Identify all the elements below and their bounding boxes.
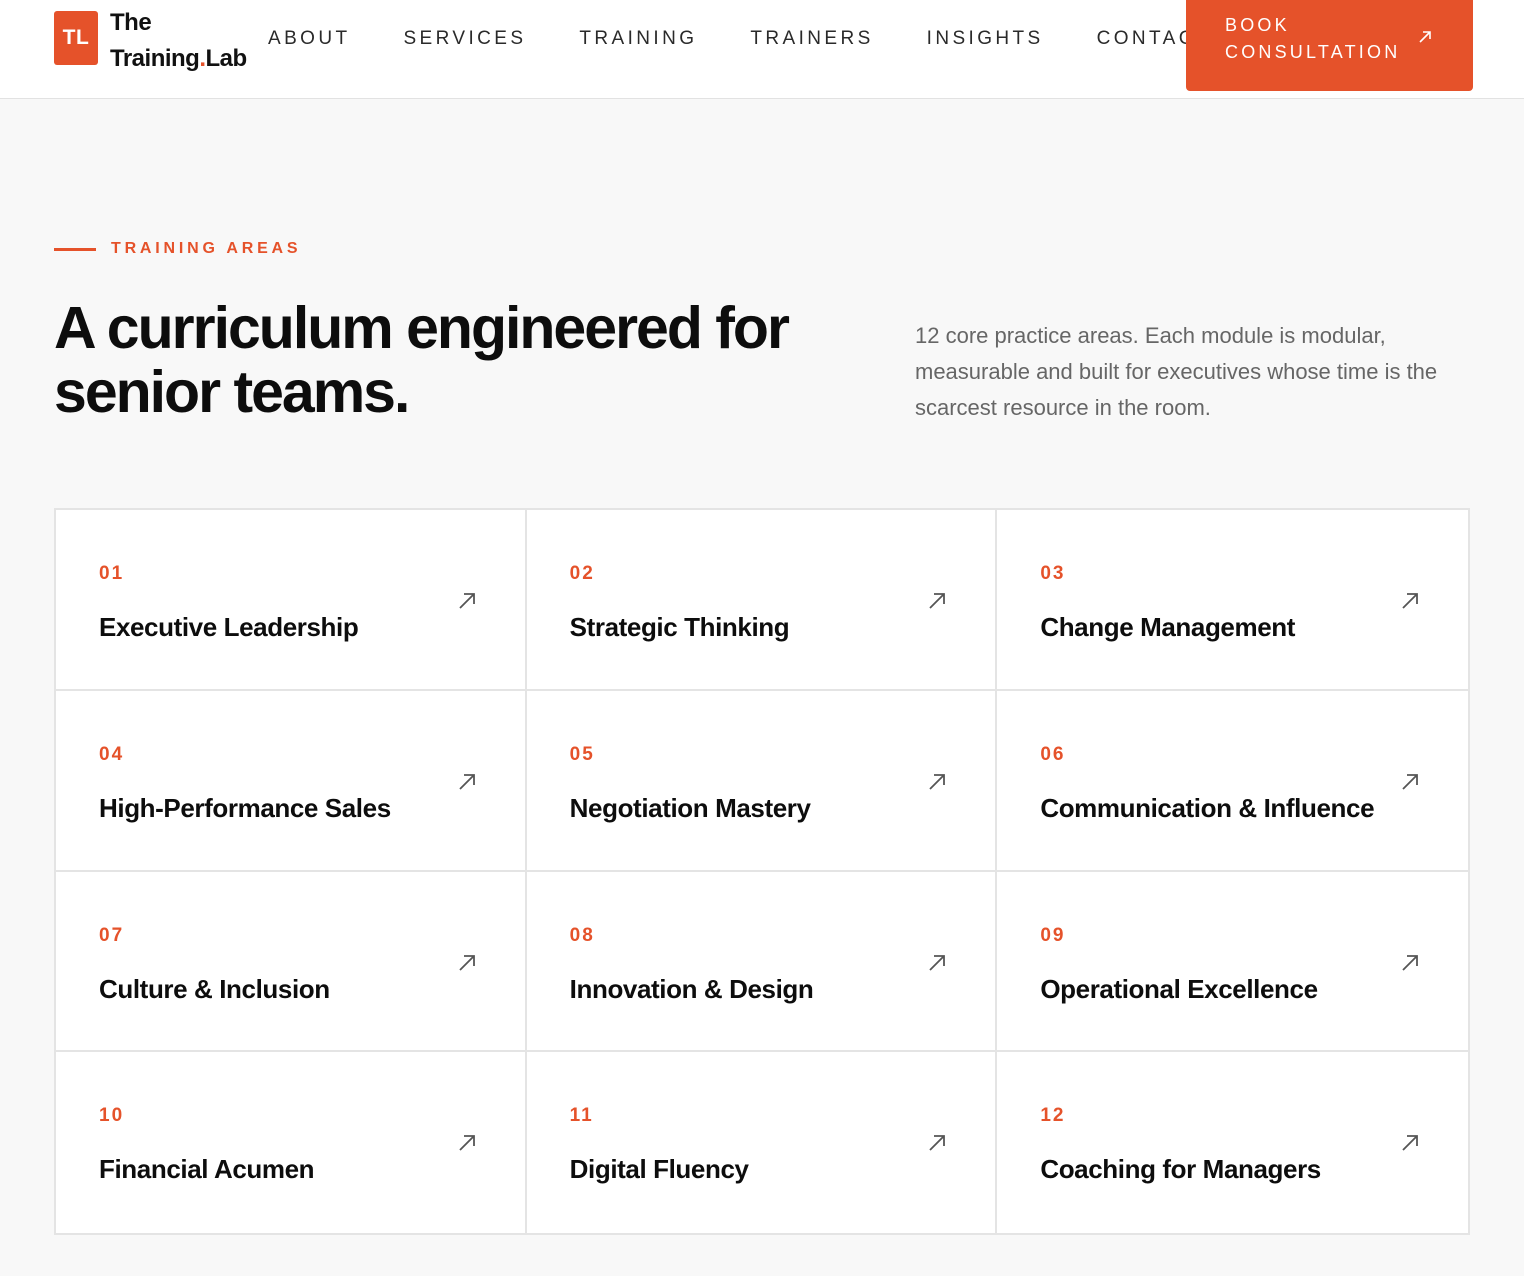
logo-line-2: Training.Lab	[110, 45, 247, 72]
card-title: Digital Fluency	[569, 1154, 749, 1185]
card-number: 08	[569, 924, 595, 946]
arrow-up-right-icon	[929, 773, 946, 790]
training-area-card[interactable]: 06 Communication & Influence	[997, 690, 1468, 872]
book-consultation-button[interactable]: BOOK CONSULTATION	[1186, 0, 1473, 91]
nav-item-about[interactable]: ABOUT	[268, 28, 350, 50]
card-number: 03	[1040, 563, 1066, 584]
main-nav: ABOUT SERVICES TRAINING TRAINERS INSIGHT…	[268, 28, 1211, 50]
card-title: Negotiation Mastery	[569, 792, 811, 823]
training-area-card[interactable]: 10 Financial Acumen	[56, 1052, 527, 1233]
card-number: 05	[569, 743, 595, 765]
nav-item-trainers[interactable]: TRAINERS	[750, 28, 873, 50]
card-title: Strategic Thinking	[569, 612, 790, 642]
section-intro: 12 core practice areas. Each module is m…	[915, 323, 1438, 420]
arrow-up-right-icon	[459, 954, 475, 971]
training-area-card[interactable]: 12 Coaching for Managers	[997, 1052, 1468, 1233]
section-eyebrow: TRAINING AREAS	[54, 240, 301, 258]
arrow-up-right-icon	[459, 773, 475, 790]
training-area-card[interactable]: 09 Operational Excellence	[997, 871, 1468, 1053]
logo-line-1: The	[110, 9, 152, 36]
arrow-up-right-icon	[1402, 1135, 1418, 1151]
training-area-card[interactable]: 11 Digital Fluency	[526, 1052, 998, 1233]
card-title: Executive Leadership	[99, 612, 359, 642]
arrow-up-right-icon	[1402, 773, 1418, 790]
card-number: 04	[99, 743, 125, 765]
logo-mark[interactable]: TL	[54, 11, 98, 65]
card-title: Culture & Inclusion	[99, 973, 330, 1004]
page-title: A curriculum engineered for senior teams…	[54, 295, 790, 425]
site-header: TL The Training.Lab ABOUT SERVICES TRAIN…	[0, 0, 1524, 99]
card-number: 01	[99, 563, 125, 584]
arrow-up-right-icon	[929, 593, 946, 609]
card-number: 07	[99, 924, 125, 946]
arrow-up-right-icon	[929, 954, 946, 971]
nav-item-insights[interactable]: INSIGHTS	[927, 28, 1044, 50]
card-number: 06	[1040, 743, 1066, 765]
card-number: 02	[569, 563, 595, 584]
card-number: 12	[1040, 1105, 1066, 1127]
card-number: 10	[99, 1105, 125, 1127]
cta-label: BOOK CONSULTATION	[1225, 15, 1401, 62]
card-number: 09	[1040, 924, 1066, 946]
card-title: Financial Acumen	[99, 1154, 315, 1185]
nav-item-training[interactable]: TRAINING	[579, 28, 697, 50]
card-title: Innovation & Design	[569, 973, 814, 1004]
arrow-up-right-icon	[929, 1135, 946, 1151]
card-title: Operational Excellence	[1040, 973, 1318, 1004]
logo-wordmark[interactable]: The Training.Lab	[110, 5, 247, 77]
card-title: Communication & Influence	[1040, 792, 1375, 823]
training-area-card[interactable]: 02 Strategic Thinking	[526, 510, 998, 691]
training-area-card[interactable]: 08 Innovation & Design	[526, 871, 998, 1053]
training-areas-grid: 01 Executive Leadership 02 Strategic Thinki…	[54, 508, 1470, 1235]
training-area-card[interactable]: 07 Culture & Inclusion	[56, 871, 527, 1053]
arrow-up-right-icon	[1402, 954, 1418, 971]
card-title: High-Performance Sales	[99, 792, 391, 823]
arrow-up-right-icon	[1402, 593, 1418, 609]
training-area-card[interactable]: 01 Executive Leadership	[56, 510, 527, 691]
card-title: Change Management	[1040, 612, 1296, 642]
nav-item-services[interactable]: SERVICES	[403, 28, 526, 50]
training-area-card[interactable]: 03 Change Management	[997, 510, 1468, 691]
card-number: 11	[569, 1105, 594, 1127]
training-area-card[interactable]: 04 High-Performance Sales	[56, 690, 527, 872]
training-area-card[interactable]: 05 Negotiation Mastery	[526, 690, 998, 872]
eyebrow-divider	[54, 247, 96, 251]
card-title: Coaching for Managers	[1040, 1154, 1321, 1185]
arrow-up-right-icon	[459, 593, 475, 609]
arrow-up-right-icon	[459, 1135, 475, 1151]
eyebrow-label: TRAINING AREAS	[111, 240, 302, 257]
arrow-up-right-icon	[1419, 31, 1431, 43]
